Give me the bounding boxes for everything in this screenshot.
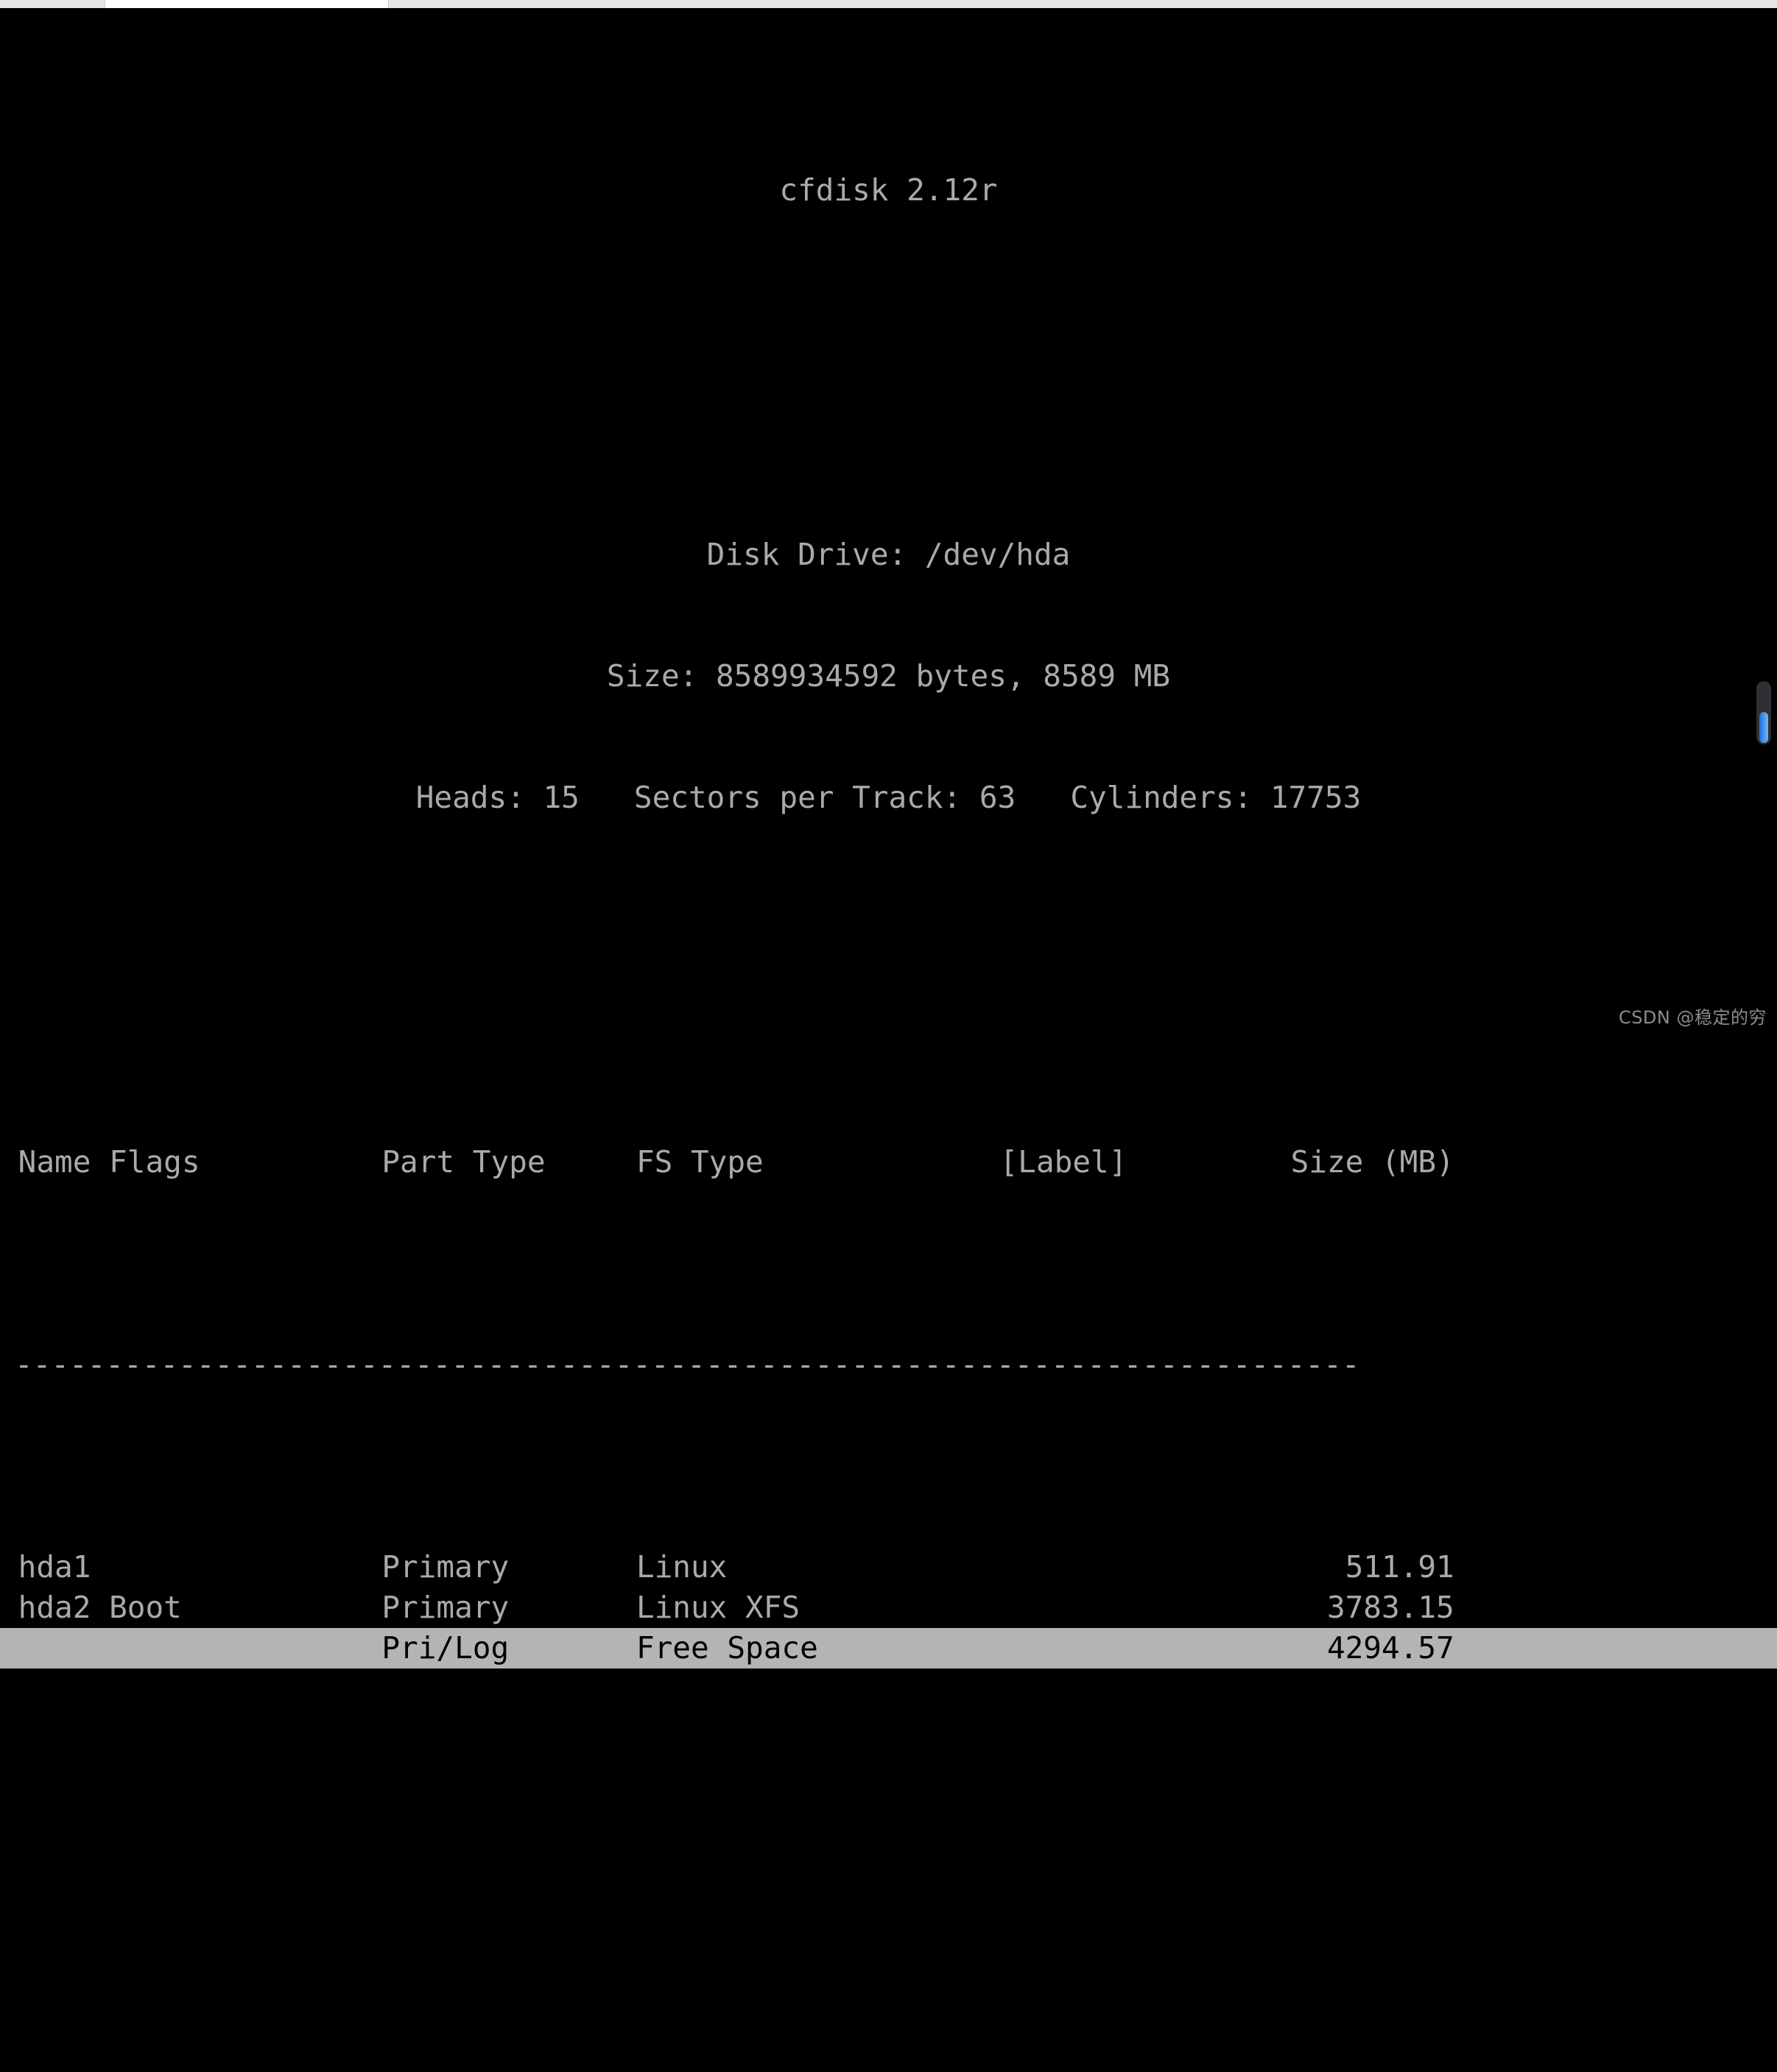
disk-size-line: Size: 8589934592 bytes, 8589 MB	[606, 658, 1171, 694]
empty-area	[0, 1830, 1777, 2072]
scrollbar-track[interactable]	[1756, 681, 1771, 744]
scrollbar-thumb[interactable]	[1759, 712, 1768, 743]
partition-table-header: Name Flags Part Type FS Type [Label] Siz…	[0, 1144, 1454, 1180]
cfdisk-terminal-screen: cfdisk 2.12r Disk Drive: /dev/hda Size: …	[0, 8, 1777, 1668]
browser-tab-strip	[0, 0, 1777, 8]
table-row[interactable]: hda1 Primary Linux 511.91	[0, 1547, 1777, 1588]
table-row[interactable]: Pri/Log Free Space 4294.57	[0, 1628, 1777, 1668]
disk-geometry-line: Heads: 15 Sectors per Track: 63 Cylinder…	[415, 780, 1362, 815]
table-row[interactable]: hda2 Boot Primary Linux XFS 3783.15	[0, 1588, 1777, 1628]
app-title: cfdisk 2.12r	[779, 172, 998, 208]
table-separator: ----------------------------------------…	[15, 1347, 1360, 1382]
disk-drive-line: Disk Drive: /dev/hda	[706, 537, 1071, 572]
partition-table-body: hda1 Primary Linux 511.91 hda2 Boot Prim…	[0, 1547, 1777, 1668]
browser-tab-active[interactable]	[105, 0, 388, 8]
watermark: CSDN @稳定的穷	[1618, 1007, 1767, 1028]
browser-tab-divider-right	[388, 0, 389, 8]
